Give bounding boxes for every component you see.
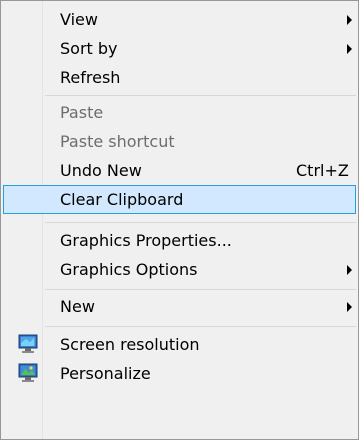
menu-item-label: Graphics Options [60, 260, 198, 279]
submenu-arrow-icon [347, 265, 352, 275]
submenu-arrow-icon [347, 302, 352, 312]
menu-separator [45, 326, 356, 327]
menu-item-screen-resolution[interactable]: Screen resolution [3, 330, 356, 359]
menu-item-graphics-properties[interactable]: Graphics Properties... [3, 226, 356, 255]
menu-item-label: Personalize [60, 364, 151, 383]
menu-item-personalize[interactable]: Personalize [3, 359, 356, 388]
menu-item-label: New [60, 297, 95, 316]
personalize-icon [18, 363, 38, 382]
menu-item-sort-by[interactable]: Sort by [3, 34, 356, 63]
menu-item-paste-shortcut: Paste shortcut [3, 127, 356, 156]
screen-resolution-icon [18, 334, 38, 353]
menu-separator [45, 95, 356, 96]
submenu-arrow-icon [347, 44, 352, 54]
menu-item-clear-clipboard[interactable]: Clear Clipboard [3, 185, 356, 214]
menu-separator [45, 222, 356, 223]
menu-separator [45, 289, 356, 290]
menu-item-label: Paste [60, 103, 104, 122]
menu-item-paste: Paste [3, 98, 356, 127]
menu-item-refresh[interactable]: Refresh [3, 63, 356, 92]
menu-item-label: Graphics Properties... [60, 231, 232, 250]
keyboard-shortcut: Ctrl+Z [296, 161, 349, 180]
menu-item-label: View [60, 10, 98, 29]
menu-item-undo-new[interactable]: Undo New Ctrl+Z [3, 156, 356, 185]
menu-item-graphics-options[interactable]: Graphics Options [3, 255, 356, 284]
desktop-context-menu: View Sort by Refresh Paste Paste shortcu… [0, 0, 359, 440]
submenu-arrow-icon [347, 15, 352, 25]
menu-item-label: Clear Clipboard [60, 190, 184, 209]
menu-item-label: Sort by [60, 39, 118, 58]
menu-item-label: Refresh [60, 68, 121, 87]
menu-item-new[interactable]: New [3, 292, 356, 321]
menu-item-view[interactable]: View [3, 5, 356, 34]
menu-item-label: Paste shortcut [60, 132, 175, 151]
menu-item-label: Screen resolution [60, 335, 200, 354]
menu-item-label: Undo New [60, 161, 142, 180]
